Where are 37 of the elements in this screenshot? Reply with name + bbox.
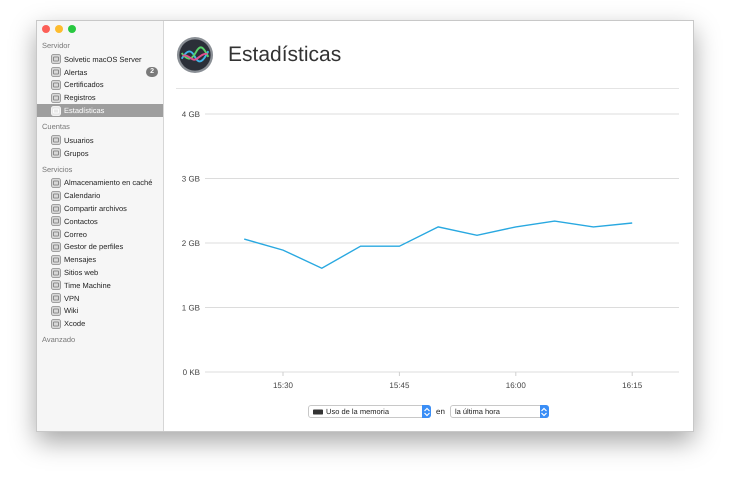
service-icon: [51, 148, 61, 158]
page-title: Estadísticas: [228, 42, 342, 66]
service-icon: [51, 280, 61, 290]
service-icon: [51, 242, 61, 252]
y-axis-label: 1 GB: [182, 304, 200, 312]
zoom-button[interactable]: [68, 25, 76, 33]
connector-text: en: [436, 407, 445, 416]
x-axis-label: 16:00: [506, 381, 526, 390]
stepper-arrows-icon: [422, 405, 432, 418]
service-icon: [51, 318, 61, 329]
service-icon: [51, 67, 61, 78]
service-icon: [51, 135, 61, 146]
service-icon: [51, 54, 61, 64]
stepper-arrows-icon: [540, 405, 549, 418]
service-icon: [51, 80, 61, 90]
y-axis-label: 2 GB: [182, 239, 200, 248]
x-axis-label: 16:15: [622, 381, 642, 390]
service-icon: [51, 268, 61, 278]
close-button[interactable]: [42, 25, 50, 33]
y-axis-label: 3 GB: [182, 174, 200, 184]
stats-app-icon: [176, 36, 214, 74]
service-icon: [51, 178, 61, 188]
x-axis-label: 15:30: [272, 381, 294, 390]
x-axis-label: 15:45: [389, 381, 410, 390]
memory-chip-icon: [313, 408, 324, 414]
service-icon: [51, 106, 61, 116]
service-icon: [51, 254, 61, 265]
service-icon: [51, 229, 61, 240]
service-icon: [51, 204, 61, 214]
service-icon: [51, 216, 61, 226]
service-icon: [51, 293, 61, 304]
service-icon: [51, 190, 61, 201]
minimize-button[interactable]: [55, 25, 63, 33]
y-axis-label: 4 GB: [182, 110, 200, 119]
service-icon: [51, 92, 61, 103]
y-axis-label: 0 KB: [182, 368, 200, 377]
service-icon: [51, 306, 61, 316]
